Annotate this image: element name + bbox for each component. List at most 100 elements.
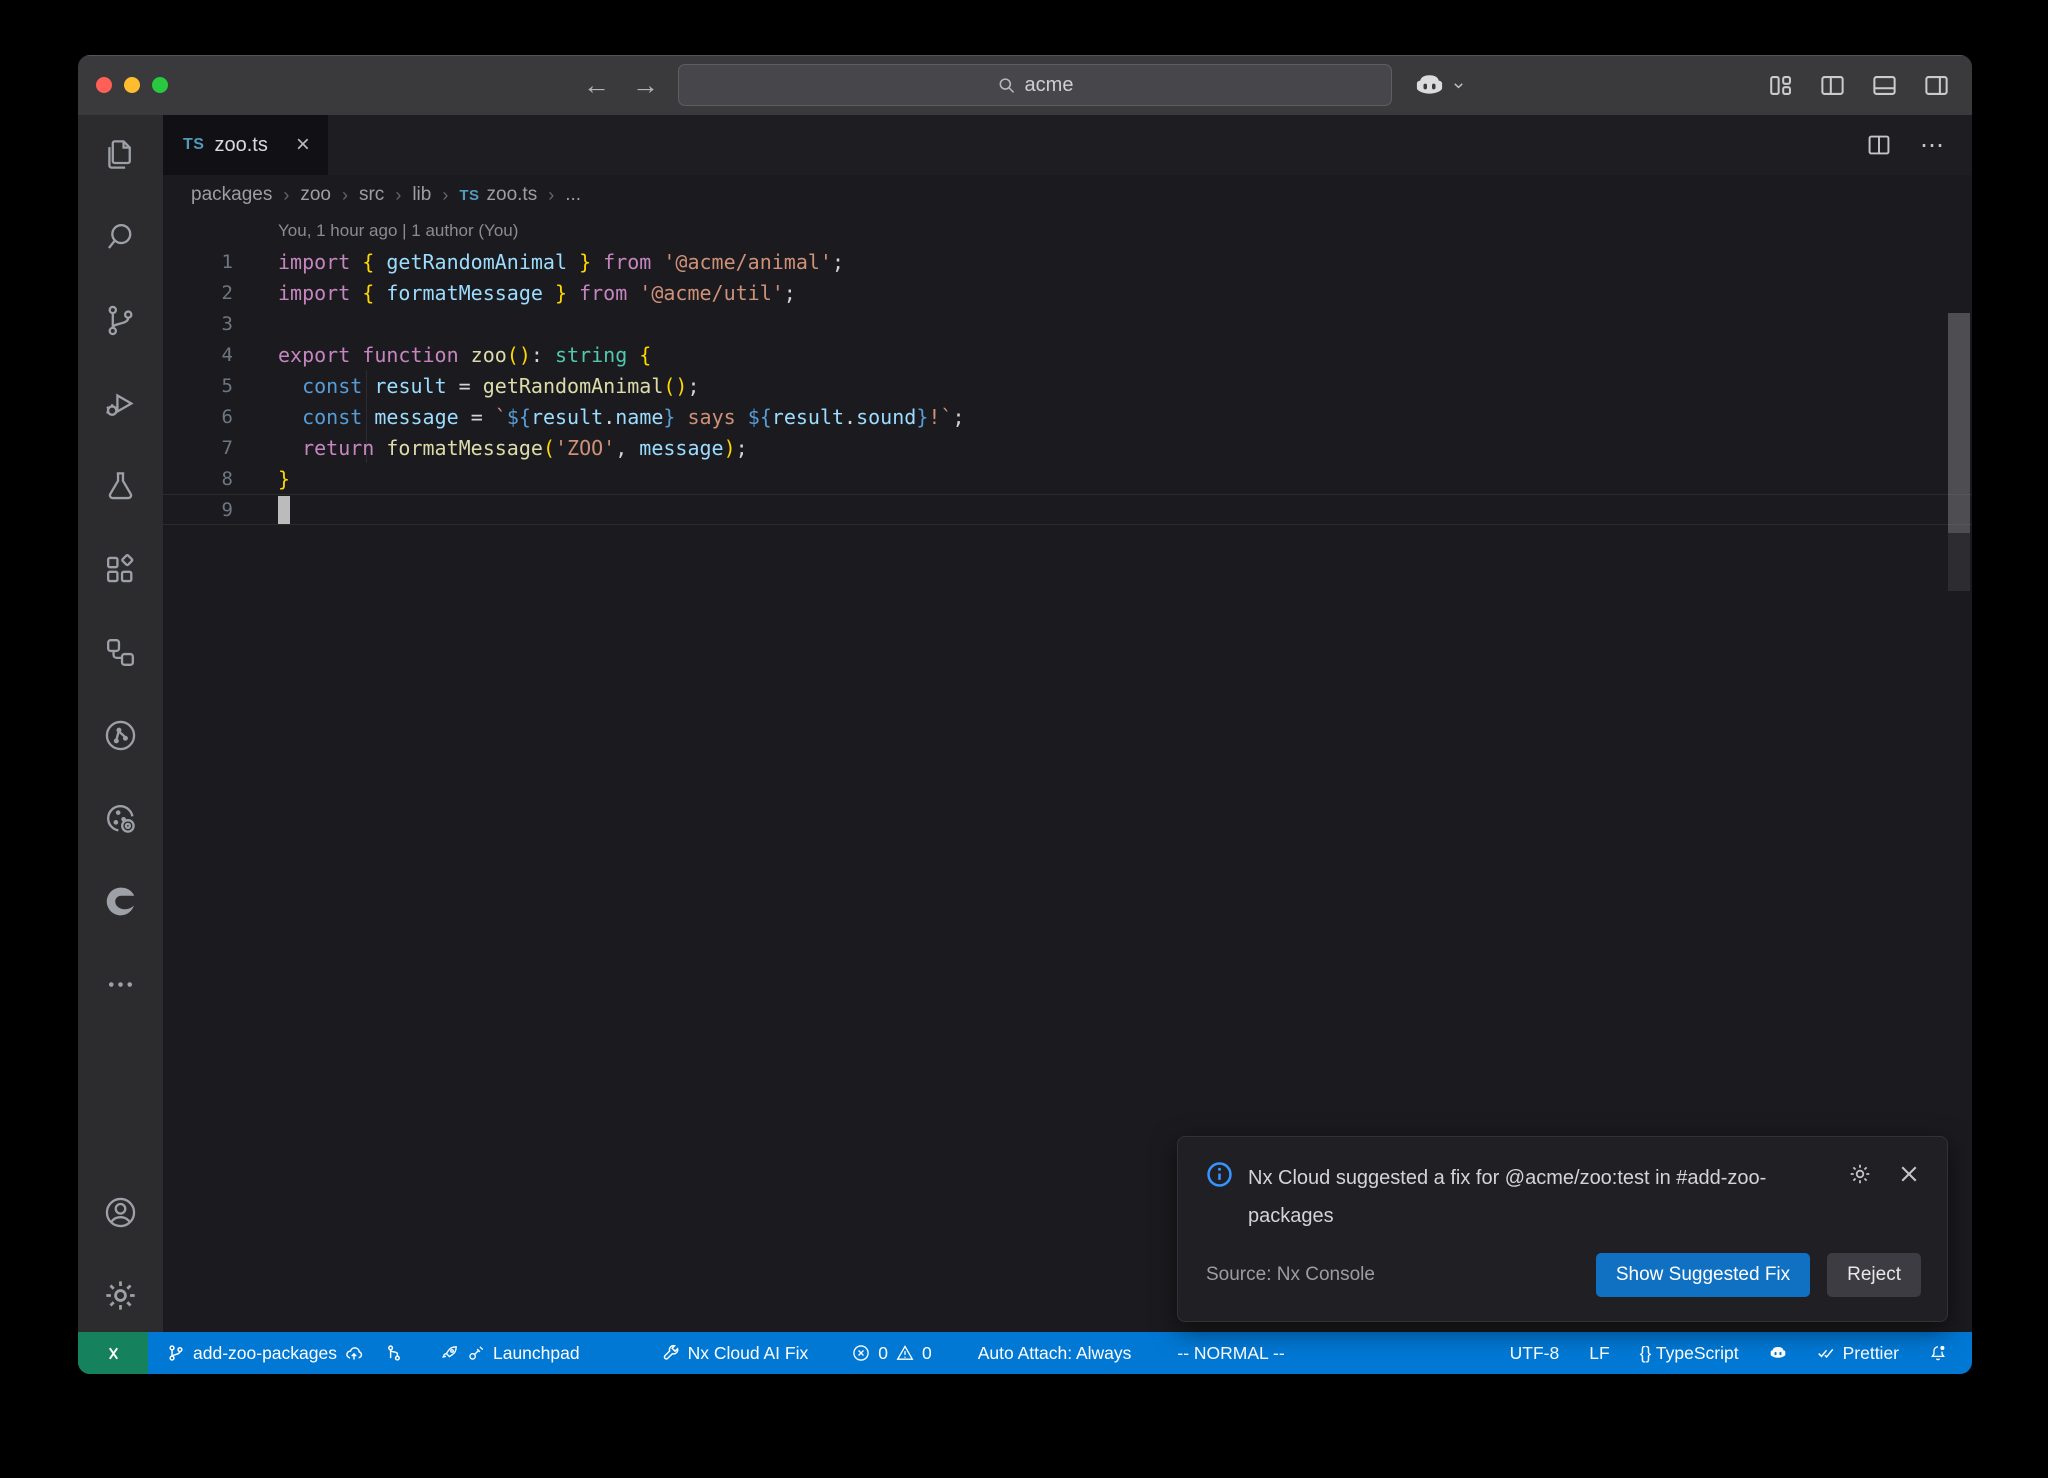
remote-indicator[interactable] [78,1332,148,1374]
breadcrumb-separator: › [442,185,448,206]
launchpad[interactable]: Launchpad [430,1332,591,1374]
copilot-icon [1414,70,1445,101]
nx-project-details-icon[interactable] [102,800,139,837]
search-icon [997,76,1016,95]
settings-gear-icon[interactable] [102,1277,139,1314]
close-icon[interactable] [1897,1162,1921,1186]
breadcrumb-label: zoo [300,184,331,206]
wrench-icon [662,1344,680,1362]
editor-cursor [278,496,290,524]
edge-tools-icon[interactable] [102,883,139,920]
source-control-icon[interactable] [102,302,139,339]
history-nav: ← → [583,55,659,115]
launchpad-label: Launchpad [493,1343,580,1364]
notifications-bell[interactable] [1918,1332,1958,1374]
line-number: 2 [163,282,233,304]
reject-button[interactable]: Reject [1827,1253,1921,1297]
toggle-primary-sidebar-icon[interactable] [1819,72,1846,99]
account-icon[interactable] [102,1194,139,1231]
line-number: 1 [163,251,233,273]
tab-label: zoo.ts [214,134,267,157]
testing-icon[interactable] [102,468,139,505]
more-actions-icon[interactable]: ⋯ [1920,131,1946,160]
error-icon [852,1344,870,1362]
problems[interactable]: 00 [841,1332,942,1374]
vscode-window: ← → acme TS zo [78,55,1972,1374]
customize-layout-icon[interactable] [1767,72,1794,99]
breadcrumb-item-packages[interactable]: packages [191,184,272,206]
toggle-secondary-sidebar-icon[interactable] [1923,72,1950,99]
source-control-graph[interactable] [374,1332,414,1374]
eol[interactable]: LF [1578,1332,1620,1374]
line-number: 6 [163,406,233,428]
git-branch-icon [167,1344,185,1362]
breadcrumb-item-[interactable]: ... [565,184,581,206]
close-tab-icon[interactable]: × [296,133,310,157]
info-icon [1206,1161,1233,1188]
activity-bar [78,115,163,1332]
command-center-search[interactable]: acme [678,64,1392,106]
run-debug-icon[interactable] [102,385,139,422]
project-graph-icon[interactable] [102,634,139,671]
tab-zoo-ts[interactable]: TS zoo.ts × [163,115,328,175]
vim-mode-label: -- NORMAL -- [1177,1343,1284,1364]
nx-cloud-ai-fix-label: Nx Cloud AI Fix [688,1343,809,1364]
gear-icon[interactable] [1848,1162,1872,1186]
close-window-button[interactable] [96,77,112,93]
minimize-window-button[interactable] [124,77,140,93]
code-line: const result = getRandomAnimal(); [278,374,700,398]
code-line: import { formatMessage } from '@acme/uti… [278,281,796,305]
maximize-window-button[interactable] [152,77,168,93]
copilot-icon [1769,1344,1787,1362]
status-bar: add-zoo-packages Launchpad Nx Cloud AI Fix… [78,1332,1972,1374]
notification-toast: Nx Cloud suggested a fix for @acme/zoo:t… [1177,1136,1948,1322]
copilot-menu[interactable] [1414,55,1466,115]
back-arrow-icon[interactable]: ← [583,70,610,101]
line-number: 8 [163,468,233,490]
breadcrumb-item-zoo[interactable]: zoo [300,184,331,206]
git-blame-annotation: You, 1 hour ago | 1 author (You) [278,221,518,241]
rocket-icon [441,1344,459,1362]
files-explorer-icon[interactable] [102,136,139,173]
breadcrumb-label: packages [191,184,272,206]
breadcrumb-label: src [359,184,384,206]
breadcrumb-item-src[interactable]: src [359,184,384,206]
forward-arrow-icon[interactable]: → [632,70,659,101]
breadcrumb: packages›zoo›src›lib›TSzoo.ts›... [163,175,1972,215]
chevron-down-icon [1451,78,1466,93]
search-icon[interactable] [102,219,139,256]
typescript-file-icon: TS [459,187,479,204]
code-line [278,496,290,524]
show-suggested-fix-button[interactable]: Show Suggested Fix [1596,1253,1810,1297]
code-line: export function zoo(): string { [278,343,651,367]
editor-scrollbar[interactable] [1948,313,1970,533]
code-line: } [278,467,290,491]
extensions-icon[interactable] [102,551,139,588]
line-number: 9 [163,499,233,521]
prettier[interactable]: Prettier [1806,1332,1910,1374]
indent-guide [366,370,367,463]
code-line: const message = `${result.name} says ${r… [278,405,965,429]
breadcrumb-item-lib[interactable]: lib [412,184,431,206]
line-number: 7 [163,437,233,459]
nx-console-icon[interactable] [102,717,139,754]
vim-mode[interactable]: -- NORMAL -- [1166,1332,1295,1374]
breadcrumb-label: ... [565,184,581,206]
more-views-icon[interactable] [102,966,139,1003]
toggle-panel-icon[interactable] [1871,72,1898,99]
breadcrumb-item-zoots[interactable]: TSzoo.ts [459,184,537,206]
window-controls [96,77,168,93]
line-number: 4 [163,344,233,366]
typescript-file-icon: TS [183,136,204,154]
language[interactable]: {} TypeScript [1629,1332,1750,1374]
git-branch[interactable]: add-zoo-packages [156,1332,374,1374]
copilot-status[interactable] [1758,1332,1798,1374]
nx-cloud-ai-fix[interactable]: Nx Cloud AI Fix [651,1332,820,1374]
line-number: 3 [163,313,233,335]
warning-icon [896,1344,914,1362]
problems-label: 0 [922,1343,932,1364]
encoding[interactable]: UTF-8 [1499,1332,1571,1374]
auto-attach[interactable]: Auto Attach: Always [967,1332,1143,1374]
plug-icon [467,1344,485,1362]
split-editor-icon[interactable] [1866,132,1892,158]
